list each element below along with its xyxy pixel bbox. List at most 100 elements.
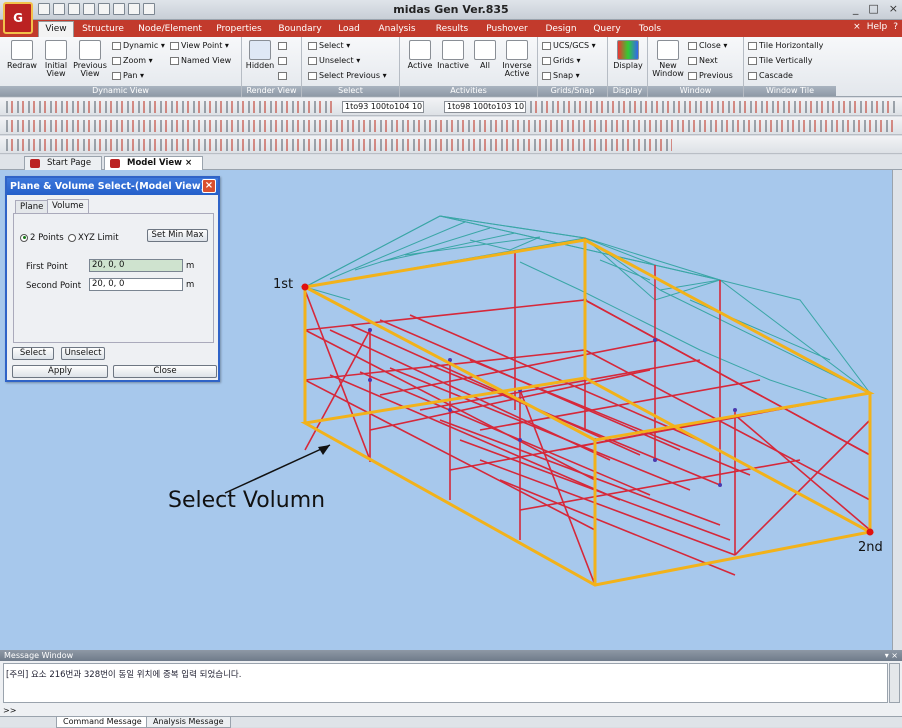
tab-model-view[interactable]: Model View × — [104, 156, 204, 170]
element-select-combo[interactable]: 1to98 100to103 10 — [444, 101, 526, 113]
tab-analysis[interactable]: Analysis — [374, 22, 420, 36]
group-label: Window — [648, 86, 743, 96]
redraw-icon — [11, 40, 33, 60]
render-box-icon — [278, 41, 287, 50]
radio-2-points[interactable]: 2 Points — [20, 233, 64, 243]
toolbar-icons[interactable] — [530, 101, 896, 113]
close-window-button[interactable]: × — [889, 2, 898, 15]
toolbar-icons[interactable] — [6, 101, 332, 113]
group-grids-snap: UCS/GCS ▾ Grids ▾ Snap ▾ Grids/Snap — [538, 37, 608, 97]
app-logo[interactable]: G — [3, 2, 33, 34]
inverse-active-button[interactable]: Inverse Active — [500, 40, 534, 78]
toolbar-icons[interactable] — [6, 120, 896, 132]
zoom-button[interactable]: Zoom ▾ — [112, 56, 153, 66]
previous-window-button[interactable]: Previous — [688, 71, 733, 81]
tab-load[interactable]: Load — [334, 22, 364, 36]
display-button[interactable]: Display — [611, 40, 645, 70]
maximize-button[interactable]: □ — [868, 2, 878, 15]
first-point-input[interactable]: 20, 0, 0 — [89, 259, 183, 272]
tab-properties[interactable]: Properties — [212, 22, 266, 36]
tab-tools[interactable]: Tools — [634, 22, 666, 36]
tab-structure[interactable]: Structure — [80, 22, 126, 36]
message-window-controls[interactable]: ▾ × — [885, 650, 898, 661]
window-controls: _ □ × — [853, 2, 898, 15]
next-window-button[interactable]: Next — [688, 56, 718, 66]
render-option-1[interactable] — [278, 41, 289, 51]
previous-view-button[interactable]: Previous View — [72, 40, 108, 78]
new-window-button[interactable]: New Window — [650, 40, 686, 78]
tile-v-icon — [748, 56, 757, 65]
zoom-icon — [112, 56, 121, 65]
close-doc-icon[interactable]: × — [853, 22, 861, 32]
command-prompt[interactable]: >> — [3, 706, 899, 716]
tile-horizontally-button[interactable]: Tile Horizontally — [748, 41, 823, 51]
tab-node-element[interactable]: Node/Element — [138, 22, 202, 36]
message-text-area[interactable]: [주의] 요소 216번과 328번이 동일 위치에 중복 입력 되었습니다. — [3, 663, 888, 703]
message-scrollbar[interactable] — [889, 663, 900, 703]
cascade-icon — [748, 71, 757, 80]
active-button[interactable]: Active — [404, 40, 436, 70]
group-label: Dynamic View — [0, 86, 241, 96]
help-icon[interactable]: ? — [893, 22, 898, 32]
render-globe-icon — [278, 71, 287, 80]
grids-button[interactable]: Grids ▾ — [542, 56, 581, 66]
viewport-scrollbar[interactable] — [892, 170, 902, 650]
ucs-icon — [542, 41, 551, 50]
second-point-label: Second Point — [26, 281, 82, 291]
tab-analysis-message[interactable]: Analysis Message — [146, 717, 231, 728]
dynamic-icon — [112, 41, 121, 50]
unselect-button[interactable]: Unselect ▾ — [308, 56, 360, 66]
help-area: × Help ? — [853, 22, 898, 32]
tab-view[interactable]: View — [38, 21, 74, 37]
dynamic-button[interactable]: Dynamic ▾ — [112, 41, 165, 51]
close-window-ribbon-button[interactable]: Close ▾ — [688, 41, 727, 51]
tab-query[interactable]: Query — [590, 22, 624, 36]
tab-start-page[interactable]: Start Page — [24, 156, 103, 170]
set-min-max-button[interactable]: Set Min Max — [147, 229, 208, 242]
tab-results[interactable]: Results — [432, 22, 472, 36]
group-label: Activities — [400, 86, 537, 96]
select-previous-button[interactable]: Select Previous ▾ — [308, 71, 387, 81]
radio-xyz-limit[interactable]: XYZ Limit — [68, 233, 119, 243]
tile-vertically-button[interactable]: Tile Vertically — [748, 56, 812, 66]
message-window-title: Message Window ▾ × — [0, 650, 902, 661]
group-label: Window Tile — [744, 86, 836, 96]
apply-button[interactable]: Apply — [12, 365, 108, 378]
unselect-button[interactable]: Unselect — [61, 347, 105, 360]
hidden-button[interactable]: Hidden — [244, 40, 276, 70]
steel-frames — [304, 238, 871, 586]
close-window-icon — [688, 41, 697, 50]
view-point-button[interactable]: View Point ▾ — [170, 41, 229, 51]
help-button[interactable]: Help — [867, 22, 888, 32]
ucs-gcs-button[interactable]: UCS/GCS ▾ — [542, 41, 596, 51]
tab-command-message[interactable]: Command Message — [56, 717, 149, 728]
dialog-close-button[interactable]: × — [202, 179, 216, 193]
display-icon — [617, 40, 639, 60]
pan-button[interactable]: Pan ▾ — [112, 71, 144, 81]
tab-design[interactable]: Design — [542, 22, 580, 36]
redraw-button[interactable]: Redraw — [6, 40, 38, 70]
tab-pushover[interactable]: Pushover — [484, 22, 530, 36]
select-button[interactable]: Select — [12, 347, 54, 360]
snap-button[interactable]: Snap ▾ — [542, 71, 580, 81]
named-view-button[interactable]: Named View — [170, 56, 231, 66]
tab-boundary[interactable]: Boundary — [276, 22, 324, 36]
initial-view-button[interactable]: Initial View — [40, 40, 72, 78]
cascade-button[interactable]: Cascade — [748, 71, 793, 81]
app-title: midas Gen Ver.835 — [393, 3, 509, 16]
inactive-button[interactable]: Inactive — [436, 40, 470, 70]
node-select-combo[interactable]: 1to93 100to104 10 — [342, 101, 424, 113]
tab-plane[interactable]: Plane — [15, 200, 49, 213]
render-option-3[interactable] — [278, 71, 289, 81]
close-button[interactable]: Close — [113, 365, 217, 378]
second-point-input[interactable]: 20, 0, 0 — [89, 278, 183, 291]
render-option-2[interactable] — [278, 56, 289, 66]
toolbar-row-1: 1to93 100to104 10 1to98 100to103 10 — [0, 98, 902, 116]
toolbar-icons[interactable] — [6, 139, 672, 151]
select-button[interactable]: Select ▾ — [308, 41, 350, 51]
tab-volume[interactable]: Volume — [47, 199, 89, 213]
initial-view-icon — [45, 40, 67, 60]
minimize-button[interactable]: _ — [853, 2, 859, 15]
all-button[interactable]: All — [470, 40, 500, 70]
document-tabs: Start Page Model View × — [0, 155, 902, 170]
